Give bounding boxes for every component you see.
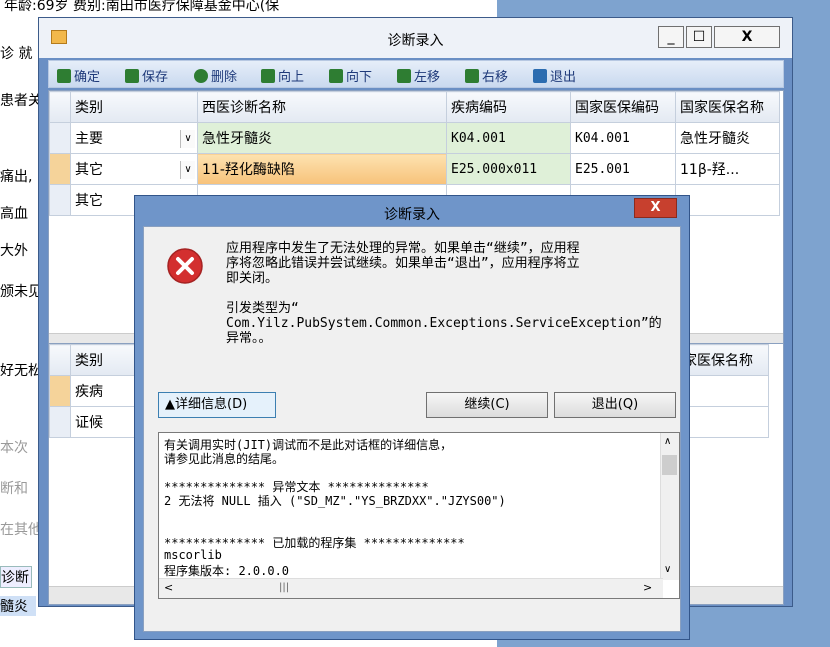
scroll-grip-icon[interactable]: |||: [279, 582, 289, 593]
move-left-label: 左移: [414, 70, 441, 85]
bg-fragment: 诊 就: [0, 46, 33, 62]
move-down-label: 向下: [346, 70, 373, 85]
bg-fragment: 在其他: [0, 522, 42, 538]
bg-fragment: 好无松: [0, 363, 42, 379]
message-line: 序将忽略此错误并尝试继续。如果单击“退出”，应用程序将立: [226, 256, 580, 271]
delete-icon: [194, 69, 208, 83]
check-icon: [57, 69, 71, 83]
bg-fragment: 痛出,: [0, 169, 33, 185]
vertical-scrollbar[interactable]: ∧ ∨: [660, 433, 679, 580]
column-header[interactable]: 西医诊断名称: [197, 91, 447, 123]
arrow-up-icon: [261, 69, 275, 83]
diagnosis-name-cell[interactable]: 急性牙髓炎: [197, 122, 447, 154]
exit-label: 退出: [550, 70, 577, 85]
details-line: mscorlib: [164, 548, 222, 562]
category-value: 其它: [75, 162, 103, 178]
table-row[interactable]: 其它 ∨ 11-羟化酶缺陷 E25.000x011 E25.001 11β-羟..…: [49, 153, 780, 185]
maximize-button[interactable]: ☐: [686, 26, 712, 48]
horizontal-scrollbar[interactable]: < ||| >: [159, 578, 663, 598]
column-header[interactable]: 国家医保编码: [570, 91, 676, 123]
bg-fragment: 断和: [0, 481, 28, 497]
close-button[interactable]: X: [714, 26, 780, 48]
chevron-down-icon[interactable]: ∨: [180, 130, 195, 148]
insurance-code-cell[interactable]: K04.001: [570, 122, 676, 154]
save-label: 保存: [142, 70, 169, 85]
message-line: 应用程序中发生了无法处理的异常。如果单击“继续”，应用程: [226, 241, 580, 256]
scroll-thumb[interactable]: [662, 455, 677, 475]
insurance-code-cell[interactable]: E25.001: [570, 153, 676, 185]
column-header[interactable]: 疾病编码: [446, 91, 571, 123]
message-line: 即关闭。: [226, 271, 279, 286]
bg-fragment: 大外: [0, 243, 28, 259]
move-up-button[interactable]: 向上: [261, 66, 304, 85]
arrow-right-icon: [465, 69, 479, 83]
insurance-name-cell[interactable]: 11β-羟...: [675, 153, 780, 185]
scroll-down-icon[interactable]: ∨: [664, 564, 671, 575]
insurance-name-cell[interactable]: [675, 184, 780, 216]
dialog-title: 诊断录入: [384, 207, 440, 223]
row-header[interactable]: [49, 153, 71, 185]
exit-button[interactable]: 退出: [533, 66, 576, 85]
chevron-down-icon[interactable]: ∨: [180, 161, 195, 179]
message-line: Com.Yilz.PubSystem.Common.Exceptions.Ser…: [226, 316, 662, 331]
confirm-button[interactable]: 确定: [57, 66, 100, 85]
column-header[interactable]: 国家医保名称: [675, 91, 780, 123]
scroll-up-icon[interactable]: ∧: [664, 436, 671, 447]
exception-dialog: 诊断录入 X 应用程序中发生了无法处理的异常。如果单击“继续”，应用程 序将忽略…: [134, 195, 690, 640]
bg-fragment: 髓炎: [0, 596, 36, 616]
row-header[interactable]: [49, 375, 71, 407]
bg-tab[interactable]: 诊断: [0, 566, 32, 588]
toolbar: 确定 保存 删除 向上 向下 左移 右移 退出: [48, 60, 784, 88]
move-up-label: 向上: [278, 70, 305, 85]
title-bar: 诊断录入 _ ☐ X: [39, 18, 792, 58]
details-line: 2 无法将 NULL 插入 ("SD_MZ"."YS_BRZDXX"."JZYS…: [164, 494, 506, 508]
move-right-label: 右移: [482, 70, 509, 85]
arrow-down-icon: [329, 69, 343, 83]
row-header[interactable]: [49, 184, 71, 216]
save-button[interactable]: 保存: [125, 66, 168, 85]
scroll-right-icon[interactable]: >: [643, 581, 652, 594]
error-icon: [167, 248, 203, 284]
save-icon: [125, 69, 139, 83]
exit-icon: [533, 69, 547, 83]
details-line: 请参见此消息的结尾。: [164, 452, 285, 466]
row-header[interactable]: [49, 122, 71, 154]
grid-corner: [49, 344, 71, 376]
delete-label: 删除: [211, 70, 238, 85]
bg-fragment: 本次: [0, 440, 28, 456]
insurance-name-cell[interactable]: 急性牙髓炎: [675, 122, 780, 154]
quit-button[interactable]: 退出(Q): [554, 392, 676, 418]
bg-fragment: 颁未见: [0, 284, 42, 300]
disease-code-cell[interactable]: K04.001: [446, 122, 571, 154]
move-right-button[interactable]: 右移: [465, 66, 508, 85]
dialog-close-button[interactable]: X: [634, 198, 677, 218]
disease-code-cell[interactable]: E25.000x011: [446, 153, 571, 185]
move-down-button[interactable]: 向下: [329, 66, 372, 85]
dialog-body: 应用程序中发生了无法处理的异常。如果单击“继续”，应用程 序将忽略此错误并尝试继…: [143, 226, 681, 632]
patient-info-text: 年龄:69岁 费别:南田市医疗保障基金中心(保: [4, 0, 280, 14]
minimize-button[interactable]: _: [658, 26, 684, 48]
column-header[interactable]: 类别: [70, 91, 198, 123]
row-header[interactable]: [49, 406, 71, 438]
message-line: 异常。。: [226, 331, 272, 346]
message-line: 引发类型为“: [226, 301, 299, 316]
details-textarea[interactable]: 有关调用实时(JIT)调试而不是此对话框的详细信息， 请参见此消息的结尾。 **…: [158, 432, 680, 599]
delete-button[interactable]: 删除: [194, 66, 237, 85]
diagnosis-name-cell[interactable]: 11-羟化酶缺陷: [197, 153, 447, 185]
confirm-label: 确定: [74, 70, 101, 85]
table-row[interactable]: 主要 ∨ 急性牙髓炎 K04.001 K04.001 急性牙髓炎: [49, 122, 780, 154]
grid-corner: [49, 91, 71, 123]
details-toggle-button[interactable]: ▲详细信息(D): [158, 392, 276, 418]
details-line: 程序集版本: 2.0.0.0: [164, 564, 290, 578]
category-select[interactable]: 其它 ∨: [70, 153, 198, 185]
arrow-left-icon: [397, 69, 411, 83]
bg-fragment: 高血: [0, 206, 28, 222]
category-select[interactable]: 主要 ∨: [70, 122, 198, 154]
scroll-left-icon[interactable]: <: [164, 581, 173, 594]
category-value: 主要: [75, 131, 103, 147]
bg-fragment: 患者关: [0, 93, 42, 109]
move-left-button[interactable]: 左移: [397, 66, 440, 85]
continue-button[interactable]: 继续(C): [426, 392, 548, 418]
